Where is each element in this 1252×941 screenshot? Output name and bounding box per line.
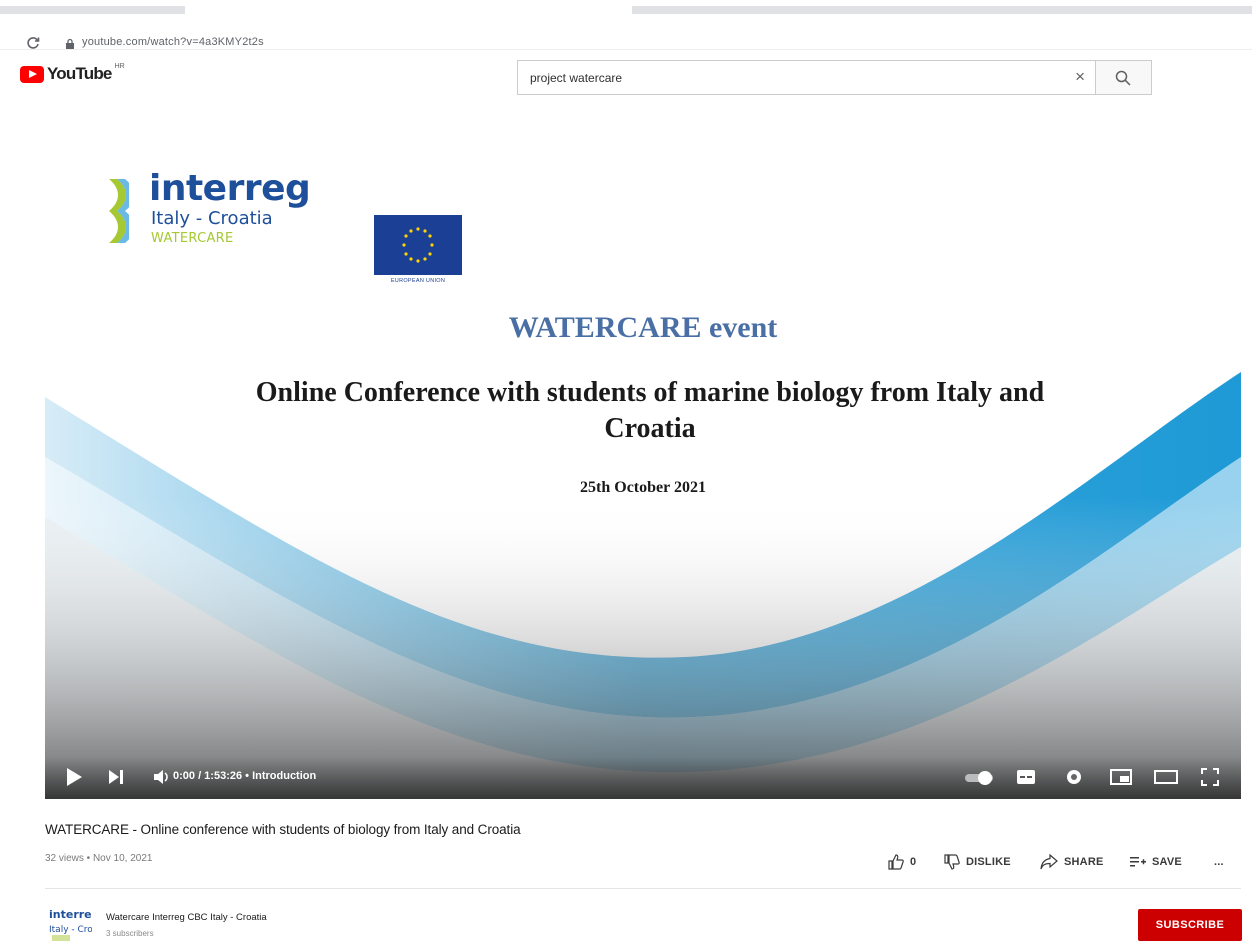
channel-avatar[interactable]: interreg Italy - Croatia (46, 905, 92, 941)
subtitles-icon[interactable] (1015, 766, 1037, 788)
fullscreen-icon[interactable] (1199, 766, 1221, 788)
eu-flag-icon (374, 215, 462, 275)
channel-avatar-logo: interreg Italy - Croatia (46, 905, 92, 941)
subscribe-button[interactable]: SUBSCRIBE (1138, 909, 1242, 941)
more-actions-icon: ... (1214, 856, 1224, 868)
settings-gear-icon[interactable] (1063, 766, 1085, 788)
search-query-text[interactable]: project watercare (530, 71, 622, 85)
lock-icon (66, 38, 74, 49)
video-meta: 32 views • Nov 10, 2021 (45, 853, 153, 864)
like-count: 0 (910, 856, 917, 868)
player-controls: 0:00 / 1:53:26 • Introduction (45, 757, 1241, 799)
miniplayer-icon[interactable] (1109, 766, 1133, 788)
save-label: SAVE (1152, 856, 1182, 868)
browser-address-bar: youtube.com/watch?v=4a3KMY2t2s (0, 14, 1252, 50)
dislike-button[interactable]: DISLIKE (944, 853, 1011, 871)
channel-subscribers: 3 subscribers (106, 929, 154, 938)
thumbs-down-icon (944, 854, 960, 870)
more-actions-button[interactable]: ... (1214, 853, 1224, 871)
slide-event-heading: WATERCARE event (508, 311, 778, 344)
logo-project-text: WATERCARE (151, 231, 234, 246)
clear-search-icon[interactable]: × (1075, 67, 1085, 87)
share-label: SHARE (1064, 856, 1104, 868)
slide-date: 25th October 2021 (580, 479, 706, 496)
youtube-play-icon (20, 65, 44, 83)
search-button[interactable] (1096, 60, 1152, 95)
time-display: 0:00 / 1:53:26 • Introduction (173, 770, 317, 782)
browser-tab[interactable] (632, 6, 1252, 14)
thumbs-up-icon (888, 854, 904, 870)
search-input[interactable]: project watercare × (517, 60, 1096, 95)
search-icon (1115, 70, 1131, 86)
region-code: HR (114, 62, 125, 70)
like-button[interactable]: 0 (888, 853, 916, 871)
next-button[interactable] (107, 768, 125, 786)
share-button[interactable]: SHARE (1040, 853, 1104, 871)
reload-icon[interactable] (26, 36, 40, 50)
logo-country-text: Italy - Croatia (151, 208, 273, 229)
eu-label: EUROPEAN UNION (390, 278, 446, 284)
share-icon (1040, 854, 1058, 870)
video-title: WATERCARE - Online conference with stude… (45, 822, 521, 837)
divider (45, 888, 1241, 889)
youtube-logo[interactable]: YouTube HR (20, 62, 125, 84)
theater-mode-icon[interactable] (1153, 766, 1179, 788)
play-button[interactable] (67, 768, 82, 786)
dislike-label: DISLIKE (966, 856, 1011, 868)
logo-interreg-text: interreg (149, 168, 311, 209)
save-playlist-icon (1130, 857, 1146, 867)
youtube-wordmark: YouTube (47, 64, 112, 83)
svg-text:interreg: interreg (49, 908, 92, 921)
channel-name[interactable]: Watercare Interreg CBC Italy - Croatia (106, 912, 267, 923)
address-url[interactable]: youtube.com/watch?v=4a3KMY2t2s (82, 36, 264, 48)
browser-tab[interactable] (0, 6, 185, 14)
interreg-logo: interreg Italy - Croatia WATERCARE EUROP… (107, 168, 462, 284)
video-player[interactable]: interreg Italy - Croatia WATERCARE EUROP… (45, 127, 1241, 799)
browser-tab-strip (0, 0, 1252, 14)
save-button[interactable]: SAVE (1130, 853, 1182, 871)
volume-icon[interactable] (153, 768, 171, 786)
autoplay-toggle[interactable] (963, 766, 997, 788)
slide-title: Online Conference with students of marin… (255, 377, 1045, 444)
interreg-mark-icon (109, 179, 129, 243)
svg-text:Italy - Croatia: Italy - Croatia (49, 925, 92, 935)
